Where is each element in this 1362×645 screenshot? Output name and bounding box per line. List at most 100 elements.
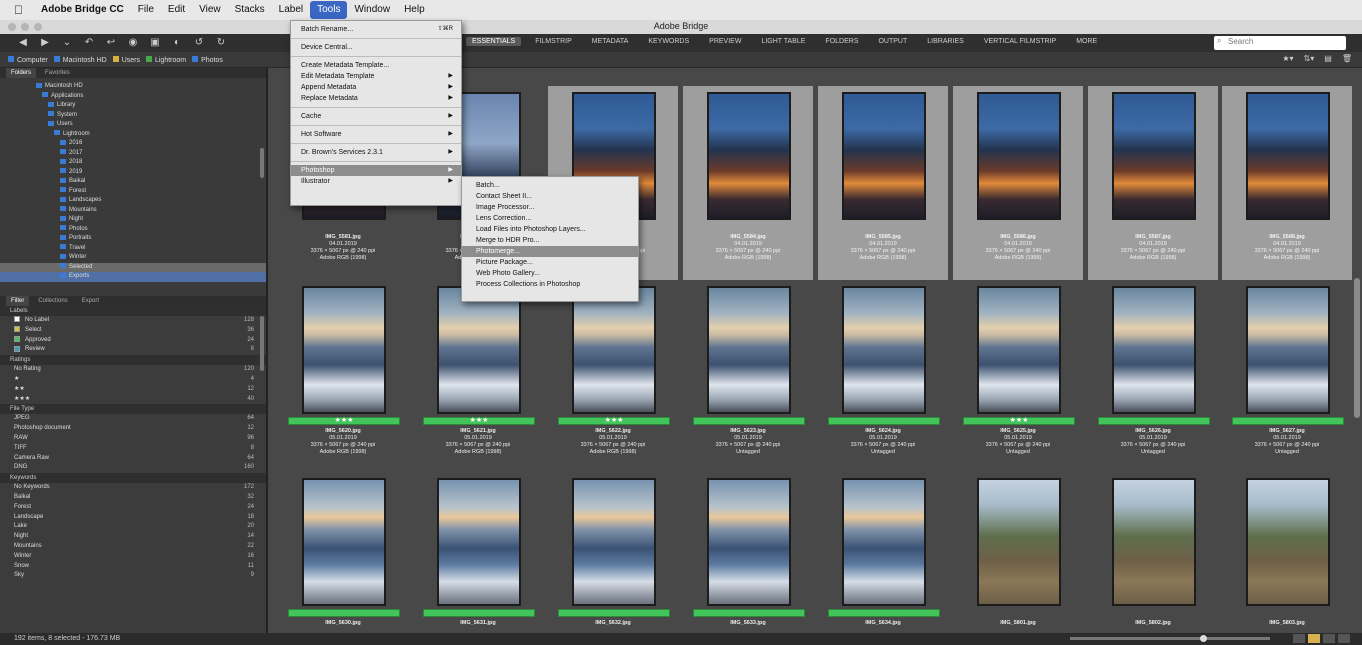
filter-row[interactable]: Night 14 <box>0 532 266 542</box>
menu-help[interactable]: Help <box>397 1 432 19</box>
thumbnail-image[interactable] <box>1112 286 1196 414</box>
delete-icon[interactable]: 🗑 <box>1342 54 1352 63</box>
tools-menu-item[interactable]: Create Metadata Template... <box>291 60 461 71</box>
menu-window[interactable]: Window <box>347 1 397 19</box>
folder-tree-item[interactable]: Applications <box>0 92 266 102</box>
menu-label[interactable]: Label <box>272 1 310 19</box>
filter-section-header[interactable]: Keywords <box>0 473 266 484</box>
photoshop-submenu-item[interactable]: Process Collections in Photoshop <box>462 279 638 290</box>
filter-section-header[interactable]: Ratings <box>0 355 266 366</box>
thumbnail-image[interactable] <box>842 92 926 220</box>
tab-output[interactable]: OUTPUT <box>872 37 913 46</box>
rotate-left-icon[interactable]: ↺ <box>188 37 210 49</box>
tab-folders-panel[interactable]: Folders <box>6 68 37 78</box>
filter-row[interactable]: Select 36 <box>0 326 266 336</box>
tools-menu-item[interactable]: Hot Software ▶ <box>291 129 461 140</box>
tools-menu-item[interactable]: Edit Metadata Template ▶ <box>291 71 461 82</box>
photoshop-submenu-item[interactable]: Web Photo Gallery... <box>462 268 638 279</box>
search-input[interactable]: ⌕ Search <box>1214 36 1346 50</box>
photoshop-submenu-item[interactable]: Merge to HDR Pro... <box>462 235 638 246</box>
folder-tree-item[interactable]: 2016 <box>0 139 266 149</box>
filter-scrollbar[interactable] <box>260 316 264 371</box>
filter-row[interactable]: No Rating 120 <box>0 365 266 375</box>
tab-more[interactable]: MORE <box>1070 37 1103 46</box>
thumbnail-cell[interactable]: IMG_5624.jpg 05.01.2019 3376 × 5067 px @ 2… <box>818 280 948 474</box>
details-view-icon[interactable] <box>1323 634 1335 643</box>
tab-metadata[interactable]: METADATA <box>586 37 635 46</box>
tools-menu-item[interactable]: Device Central... <box>291 42 461 53</box>
thumbnail-image[interactable] <box>707 478 791 606</box>
folder-tree-item[interactable]: 2019 <box>0 168 266 178</box>
filter-row[interactable]: Photoshop document 12 <box>0 424 266 434</box>
thumbnail-cell[interactable]: IMG_5631.jpg <box>413 472 543 633</box>
thumbnail-image[interactable] <box>302 286 386 414</box>
photoshop-submenu-item[interactable]: Lens Correction... <box>462 213 638 224</box>
tab-preview[interactable]: PREVIEW <box>703 37 747 46</box>
filter-row[interactable]: RAW 96 <box>0 434 266 444</box>
thumbnail-image[interactable] <box>437 286 521 414</box>
thumbnail-image[interactable] <box>1246 286 1330 414</box>
tab-light-table[interactable]: LIGHT TABLE <box>755 37 811 46</box>
menu-stacks[interactable]: Stacks <box>228 1 272 19</box>
breadcrumb-item[interactable]: Computer <box>8 55 48 64</box>
open-in-camera-raw-icon[interactable]: ◐ <box>166 37 188 49</box>
photoshop-submenu-item[interactable]: Contact Sheet II... <box>462 191 638 202</box>
filter-row[interactable]: Approved 24 <box>0 336 266 346</box>
thumbnail-image[interactable] <box>302 478 386 606</box>
filter-row[interactable]: JPEG 64 <box>0 414 266 424</box>
list-view-icon[interactable] <box>1338 634 1350 643</box>
thumbnail-cell[interactable]: IMG_5584.jpg 04.01.2019 3376 × 5067 px @ 2… <box>683 86 813 280</box>
thumbnail-image[interactable] <box>977 286 1061 414</box>
rating-filter-icon[interactable]: ★▾ <box>1282 54 1293 63</box>
tools-menu-item[interactable]: Photoshop ▶ <box>291 165 461 176</box>
thumbnail-image[interactable] <box>707 286 791 414</box>
thumbnail-cell[interactable]: ★★★ IMG_5620.jpg 05.01.2019 3376 × 5067 px … <box>278 280 408 474</box>
menu-file[interactable]: File <box>131 1 161 19</box>
thumbnail-image[interactable] <box>1246 92 1330 220</box>
folder-tree-item[interactable]: Users <box>0 120 266 130</box>
thumbnail-image[interactable] <box>1246 478 1330 606</box>
thumbnail-cell[interactable]: IMG_5630.jpg <box>278 472 408 633</box>
tab-libraries[interactable]: LIBRARIES <box>921 37 970 46</box>
filter-row[interactable]: ★ 4 <box>0 375 266 385</box>
folder-tree-item[interactable]: System <box>0 111 266 121</box>
photoshop-submenu-item[interactable]: Batch... <box>462 180 638 191</box>
tab-collections[interactable]: Collections <box>33 296 72 306</box>
tab-filmstrip[interactable]: FILMSTRIP <box>529 37 578 46</box>
lock-grid-icon[interactable] <box>1293 634 1305 643</box>
tab-vertical-filmstrip[interactable]: VERTICAL FILMSTRIP <box>978 37 1062 46</box>
filter-row[interactable]: ★★ 12 <box>0 385 266 395</box>
thumbnail-image[interactable] <box>842 478 926 606</box>
thumbnail-cell[interactable]: IMG_5587.jpg 04.01.2019 3376 × 5067 px @ 2… <box>1088 86 1218 280</box>
rating-stars[interactable]: ★★★ <box>289 416 399 424</box>
filter-row[interactable]: Winter 16 <box>0 552 266 562</box>
tools-menu-item[interactable]: Illustrator ▶ <box>291 176 461 187</box>
filter-row[interactable]: ★★★ 40 <box>0 395 266 405</box>
folder-tree-item[interactable]: Forest <box>0 187 266 197</box>
tools-menu-item[interactable]: Dr. Brown's Services 2.3.1 ▶ <box>291 147 461 158</box>
tools-menu-item[interactable]: Cache ▶ <box>291 111 461 122</box>
photoshop-submenu-item[interactable]: Picture Package... <box>462 257 638 268</box>
menu-edit[interactable]: Edit <box>161 1 192 19</box>
folder-tree-item[interactable]: Macintosh HD <box>0 82 266 92</box>
rating-stars[interactable]: ★★★ <box>964 416 1074 424</box>
folder-tree-item[interactable]: Exports <box>0 272 266 282</box>
folder-tree-item[interactable]: Night <box>0 215 266 225</box>
menu-tools[interactable]: Tools <box>310 1 348 19</box>
folder-tree-item[interactable]: Landscapes <box>0 196 266 206</box>
refine-icon[interactable]: ▣ <box>144 37 166 49</box>
tab-folders[interactable]: FOLDERS <box>819 37 864 46</box>
folder-tree-item[interactable]: Winter <box>0 253 266 263</box>
tab-keywords[interactable]: KEYWORDS <box>642 37 695 46</box>
photoshop-submenu-item[interactable]: Photomerge... <box>462 246 638 257</box>
slider-knob[interactable] <box>1200 635 1207 642</box>
filter-section-header[interactable]: File Type <box>0 404 266 415</box>
camera-icon[interactable]: ◉ <box>122 37 144 49</box>
filter-row[interactable]: Snow 11 <box>0 562 266 572</box>
content-scrollbar[interactable] <box>1354 278 1360 418</box>
thumbnail-image[interactable] <box>707 92 791 220</box>
thumbnail-cell[interactable]: ★★★ IMG_5621.jpg 05.01.2019 3376 × 5067 px … <box>413 280 543 474</box>
thumbnail-cell[interactable]: IMG_5802.jpg <box>1088 472 1218 633</box>
thumbnail-image[interactable] <box>977 478 1061 606</box>
return-icon[interactable]: ↶ <box>78 37 100 49</box>
